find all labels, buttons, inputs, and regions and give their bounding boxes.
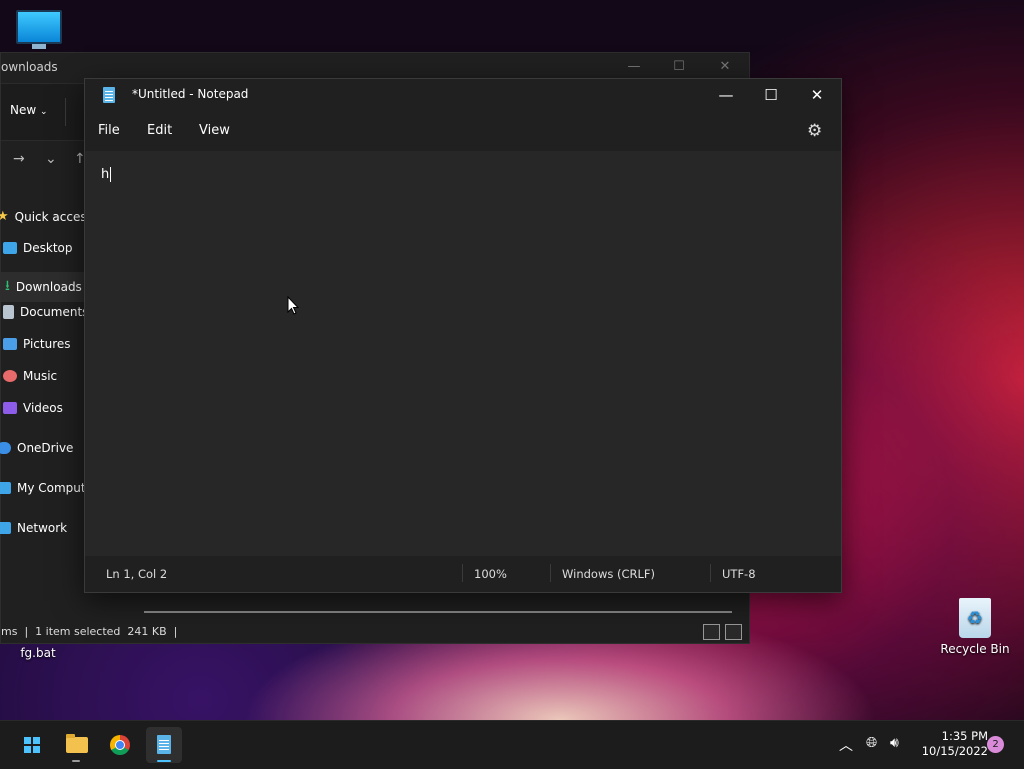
fg-bat-label: fg.bat [20,646,56,660]
explorer-maximize-button[interactable]: ☐ [669,59,689,74]
forward-arrow-icon[interactable]: → [13,151,25,167]
nav-quick-access[interactable]: ★ Quick access [0,209,93,224]
explorer-status-bar: ms | 1 item selected 241 KB | [1,621,749,643]
recycle-bin-icon: ♻ [959,598,991,638]
explorer-status-text: ms | 1 item selected 241 KB | [1,625,178,638]
nav-pictures[interactable]: Pictures [3,337,71,351]
notepad-menu-bar: File Edit View ⚙ [85,111,841,151]
explorer-close-button[interactable]: ✕ [715,59,735,74]
notepad-icon [157,735,171,754]
chrome-icon [110,735,130,755]
close-button[interactable]: ✕ [795,82,839,108]
folder-icon [66,734,88,753]
editor-text: h [101,167,112,182]
pictures-icon [3,338,17,350]
explorer-minimize-button[interactable]: — [624,59,644,74]
nav-videos[interactable]: Videos [3,401,63,415]
menu-edit[interactable]: Edit [147,123,172,138]
start-button[interactable] [14,727,50,763]
nav-desktop[interactable]: Desktop [3,241,73,255]
zoom-level: 100% [474,567,507,581]
text-editor-area[interactable]: h [85,151,841,556]
star-icon: ★ [0,209,9,224]
recent-locations-chevron-icon[interactable]: ⌄ [45,151,57,167]
notepad-window: *Untitled - Notepad — ☐ ✕ File Edit View… [84,78,842,593]
encoding: UTF-8 [722,567,756,581]
mouse-pointer-icon [287,296,300,315]
nav-network[interactable]: Network [0,521,67,535]
download-icon: ⭳ [5,278,10,294]
computer-icon [0,482,11,494]
volume-icon[interactable]: 🔊︎ [890,735,899,751]
file-explorer-taskbar-button[interactable] [58,727,94,763]
network-icon [0,522,11,534]
notepad-title-bar[interactable]: *Untitled - Notepad — ☐ ✕ [85,79,841,111]
videos-icon [3,402,17,414]
notepad-status-bar: Ln 1, Col 2 100% Windows (CRLF) UTF-8 [85,556,841,592]
new-button[interactable]: New ⌄ [10,103,48,117]
monitor-icon [16,10,62,44]
nav-onedrive[interactable]: OneDrive [0,441,73,455]
nav-documents[interactable]: Documents [3,305,88,319]
chrome-taskbar-button[interactable] [102,727,138,763]
minimize-button[interactable]: — [704,82,748,108]
recycle-bin-desktop-icon[interactable]: ♻ Recycle Bin [940,598,1010,656]
fg-bat-desktop-icon[interactable]: fg.bat [8,646,68,660]
menu-file[interactable]: File [98,123,120,138]
horizontal-scrollbar[interactable] [144,611,732,613]
nav-my-computer[interactable]: My Compute [0,481,93,495]
cloud-icon [0,442,11,454]
system-clock[interactable]: 1:35 PM 10/15/2022 [914,729,988,759]
notepad-taskbar-button[interactable] [146,727,182,763]
large-icons-view-icon[interactable] [725,624,742,640]
nav-downloads[interactable]: ⭳ Downloads [1,272,85,302]
details-view-icon[interactable] [703,624,720,640]
notification-badge[interactable]: 2 [987,736,1004,753]
network-globe-icon[interactable]: 🌐︎ [866,735,877,751]
taskbar: ︿ 🌐︎ 🔊︎ 1:35 PM 10/15/2022 2 [0,720,1024,769]
menu-view[interactable]: View [199,123,230,138]
recycle-bin-label: Recycle Bin [940,642,1010,656]
text-caret [110,167,112,182]
desktop-folder-icon [3,242,17,254]
notepad-app-icon [103,87,115,103]
cursor-position: Ln 1, Col 2 [106,567,168,581]
clock-time: 1:35 PM [941,729,988,743]
chevron-down-icon: ⌄ [40,107,48,117]
nav-music[interactable]: Music [3,369,57,383]
documents-icon [3,305,14,319]
explorer-title: ownloads [1,60,58,74]
notepad-title: *Untitled - Notepad [132,87,249,101]
this-pc-desktop-icon[interactable] [16,10,62,49]
line-ending: Windows (CRLF) [562,567,656,581]
windows-logo-icon [24,737,40,753]
clock-date: 10/15/2022 [921,744,988,758]
music-icon [3,370,17,382]
settings-gear-icon[interactable]: ⚙ [807,121,822,141]
show-hidden-icons-chevron-icon[interactable]: ︿ [839,735,853,755]
maximize-button[interactable]: ☐ [749,82,793,108]
